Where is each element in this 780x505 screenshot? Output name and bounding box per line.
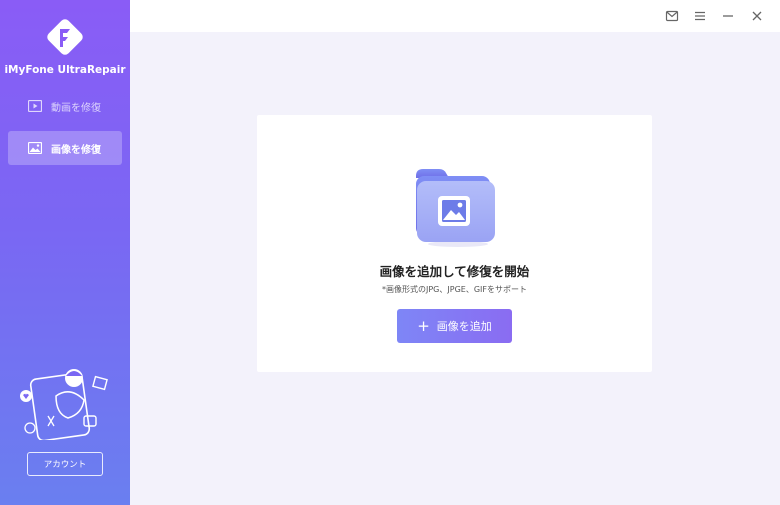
sidebar-item-label: 動画を修復: [51, 102, 101, 114]
supported-formats-text: *画像形式のJPG、JPGE、GIFをサポート: [382, 285, 527, 294]
add-image-button[interactable]: + 画像を追加: [397, 309, 512, 343]
add-image-label: 画像を追加: [436, 320, 492, 333]
plus-icon: +: [417, 316, 430, 335]
support-illustration: [20, 369, 108, 440]
image-icon: [28, 142, 42, 154]
menu-icon[interactable]: [693, 9, 707, 23]
sidebar-item-label: 画像を修復: [51, 144, 101, 156]
title-bar: [130, 0, 780, 32]
image-folder-icon: [416, 169, 495, 247]
close-icon[interactable]: [750, 9, 764, 23]
mail-icon[interactable]: [665, 9, 679, 23]
video-icon: [28, 100, 42, 112]
sidebar-item-image-repair[interactable]: 画像を修復: [8, 131, 122, 165]
upload-card: 画像を追加して修復を開始 *画像形式のJPG、JPGE、GIFをサポート + 画…: [257, 115, 652, 372]
app-logo: [47, 19, 83, 55]
sidebar-item-video-repair[interactable]: 動画を修復: [8, 89, 122, 123]
sidebar: iMyFone UltraRepair 動画を修復 画像を修復 アカウント: [0, 0, 130, 505]
upload-title: 画像を追加して修復を開始: [379, 264, 530, 279]
app-name: iMyFone UltraRepair: [4, 64, 126, 76]
account-button[interactable]: アカウント: [27, 452, 103, 476]
minimize-icon[interactable]: [721, 9, 735, 23]
